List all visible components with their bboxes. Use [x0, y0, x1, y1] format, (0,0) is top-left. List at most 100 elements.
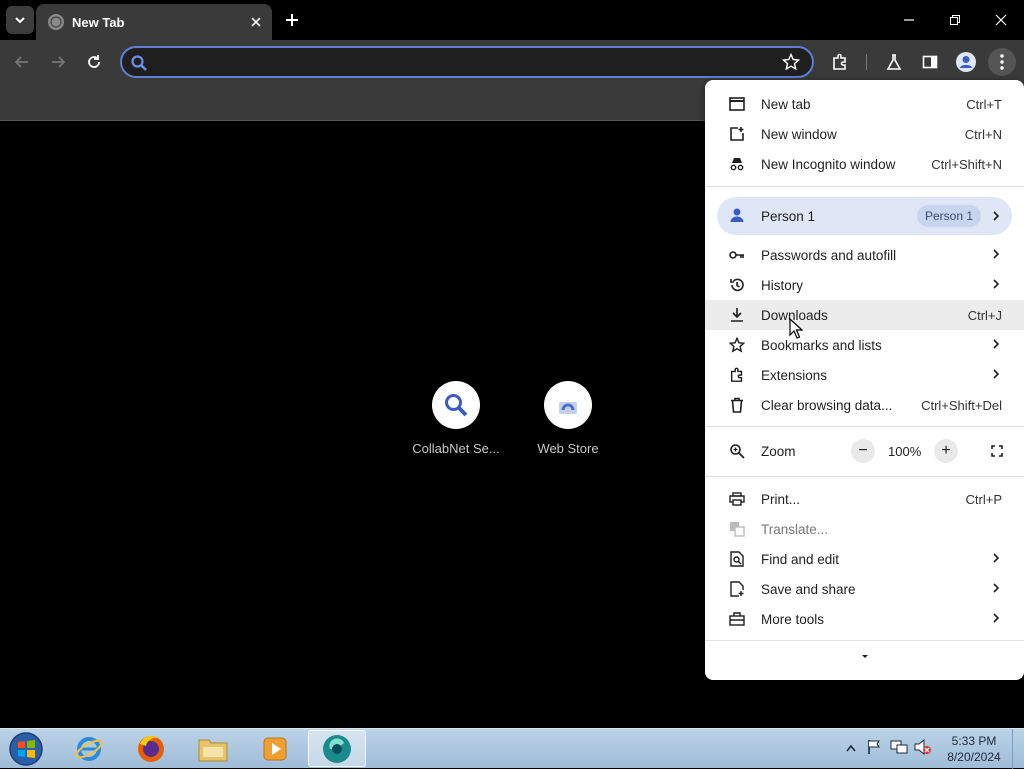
arrow-right-icon — [52, 56, 66, 68]
menu-divider — [705, 426, 1024, 427]
menu-divider — [705, 186, 1024, 187]
menu-divider — [705, 640, 1024, 641]
profile-name: Person 1 — [761, 209, 816, 224]
menu-item-label: History — [761, 277, 804, 293]
puzzle-icon — [833, 53, 846, 70]
menu-item-more-tools[interactable]: More tools — [705, 604, 1024, 634]
menu-item-new-tab[interactable]: New tab Ctrl+T — [705, 89, 1024, 119]
menu-item-translate[interactable]: Translate... — [705, 514, 1024, 544]
chevron-right-icon — [992, 338, 1000, 353]
system-clock[interactable]: 5:33 PM 8/20/2024 — [940, 733, 1008, 765]
media-player-icon — [263, 737, 287, 760]
start-button[interactable] — [6, 731, 46, 767]
address-bar[interactable] — [120, 46, 814, 78]
minimize-button[interactable] — [886, 4, 932, 36]
menu-item-shortcut: Ctrl+Shift+N — [931, 156, 1002, 172]
windows-logo-icon — [9, 732, 43, 766]
taskbar-firefox[interactable] — [122, 730, 180, 767]
chevron-right-icon — [992, 248, 1000, 263]
new-window-icon — [729, 126, 745, 142]
zoom-in-button[interactable]: + — [934, 439, 958, 463]
key-icon — [729, 247, 745, 263]
shortcut-collabnet[interactable]: CollabNet Se... — [406, 381, 506, 456]
close-tab-icon[interactable] — [246, 12, 266, 32]
menu-item-bookmarks-lists[interactable]: Bookmarks and lists — [705, 330, 1024, 360]
menu-item-history[interactable]: History — [705, 270, 1024, 300]
menu-item-clear-browsing-data[interactable]: Clear browsing data... Ctrl+Shift+Del — [705, 390, 1024, 420]
side-panel-button[interactable] — [916, 48, 944, 76]
taskbar-media-player[interactable] — [246, 730, 304, 767]
menu-item-label: Clear browsing data... — [761, 397, 893, 413]
menu-button[interactable] — [988, 48, 1016, 76]
action-center-flag-icon[interactable] — [866, 739, 882, 760]
labs-button[interactable] — [880, 48, 908, 76]
show-desktop-button[interactable] — [1012, 729, 1024, 769]
menu-item-find-edit[interactable]: Find and edit — [705, 544, 1024, 574]
save-share-icon — [729, 581, 745, 597]
menu-item-downloads[interactable]: Downloads Ctrl+J — [705, 300, 1024, 330]
bookmark-star-icon[interactable] — [781, 52, 801, 76]
zoom-out-button[interactable]: − — [851, 439, 875, 463]
shortcut-label: Web Store — [537, 441, 599, 456]
chevron-right-icon — [992, 278, 1000, 293]
zoom-icon — [729, 443, 745, 462]
chevron-right-icon — [992, 612, 1000, 627]
new-tab-button[interactable] — [280, 8, 304, 32]
mouse-cursor-icon — [789, 318, 803, 339]
menu-item-save-share[interactable]: Save and share — [705, 574, 1024, 604]
menu-item-passwords-autofill[interactable]: Passwords and autofill — [705, 240, 1024, 270]
menu-profile-row[interactable]: Person 1 Person 1 — [717, 197, 1012, 235]
history-icon — [729, 277, 745, 293]
shortcut-web-store[interactable]: Web Store — [518, 381, 618, 456]
extensions-button[interactable] — [826, 48, 854, 76]
profile-button[interactable] — [952, 48, 980, 76]
translate-icon — [729, 521, 745, 537]
plus-icon — [286, 14, 298, 26]
close-icon — [995, 14, 1007, 26]
show-hidden-icons-icon[interactable] — [846, 739, 856, 757]
search-icon — [130, 54, 148, 77]
toolbar — [0, 40, 1024, 84]
puzzle-icon — [729, 367, 745, 383]
menu-item-extensions[interactable]: Extensions — [705, 360, 1024, 390]
menu-item-label: Passwords and autofill — [761, 247, 897, 263]
taskbar-browser[interactable] — [308, 730, 366, 767]
tab-new-tab[interactable]: New Tab — [36, 4, 272, 40]
download-icon — [729, 307, 745, 323]
fullscreen-button[interactable] — [985, 439, 1009, 463]
tab-search-button[interactable] — [6, 6, 34, 34]
restore-button[interactable] — [932, 4, 978, 36]
flask-icon — [886, 54, 902, 70]
menu-item-new-incognito-window[interactable]: New Incognito window Ctrl+Shift+N — [705, 149, 1024, 179]
menu-item-print[interactable]: Print... Ctrl+P — [705, 484, 1024, 514]
network-icon[interactable] — [890, 739, 908, 760]
menu-expand-button[interactable] — [855, 648, 875, 664]
reload-button[interactable] — [80, 48, 108, 76]
menu-item-shortcut: Ctrl+Shift+Del — [921, 397, 1002, 413]
caret-down-icon — [862, 654, 868, 658]
chevron-right-icon — [992, 582, 1000, 597]
menu-item-new-window[interactable]: New window Ctrl+N — [705, 119, 1024, 149]
taskbar-file-explorer[interactable] — [184, 730, 242, 767]
toolbar-divider — [866, 54, 867, 70]
menu-item-label: Save and share — [761, 581, 856, 597]
menu-item-label: Print... — [761, 491, 801, 507]
close-window-button[interactable] — [978, 4, 1024, 36]
forward-button[interactable] — [44, 48, 72, 76]
back-button[interactable] — [8, 48, 36, 76]
windows-taskbar: 5:33 PM 8/20/2024 — [0, 728, 1024, 769]
address-input[interactable] — [156, 52, 776, 72]
clock-time: 5:33 PM — [951, 734, 997, 748]
volume-muted-icon[interactable] — [914, 738, 932, 760]
internet-explorer-icon — [75, 736, 103, 761]
chevron-right-icon — [992, 209, 1000, 227]
fullscreen-icon — [991, 445, 1003, 457]
incognito-icon — [729, 156, 745, 172]
taskbar-internet-explorer[interactable] — [60, 730, 118, 767]
menu-item-label: Bookmarks and lists — [761, 337, 882, 353]
firefox-icon — [138, 735, 164, 762]
chevron-right-icon — [992, 368, 1000, 383]
chrome-menu: New tab Ctrl+T New window Ctrl+N New Inc… — [705, 80, 1024, 680]
menu-item-label: Find and edit — [761, 551, 840, 567]
menu-item-label: More tools — [761, 611, 825, 627]
